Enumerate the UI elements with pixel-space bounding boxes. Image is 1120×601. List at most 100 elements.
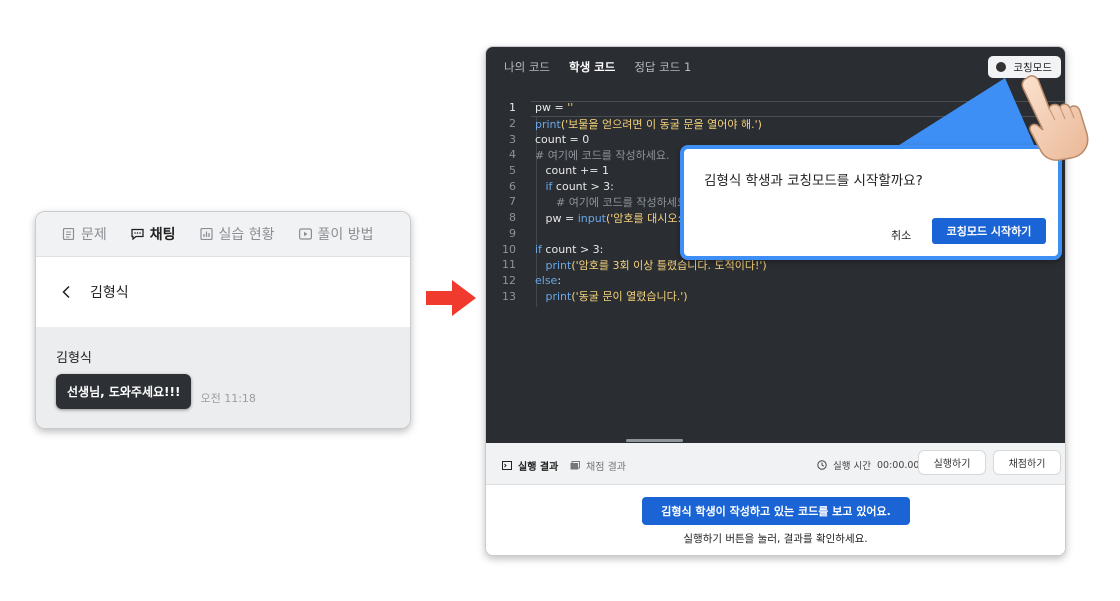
clock-icon: [817, 460, 827, 470]
tab-problem[interactable]: 문제: [62, 224, 107, 244]
line-number: 4: [509, 148, 516, 162]
line-number: 6: [509, 179, 516, 193]
dialog-cancel-button[interactable]: 취소: [891, 227, 911, 243]
code-token: count > 3:: [541, 242, 604, 256]
code-line: 13 print('동굴 문이 열렸습니다.'): [486, 288, 1065, 304]
tab-practice-status-label: 실습 현황: [218, 227, 275, 243]
code-token: print: [545, 258, 572, 272]
code-token: '': [567, 101, 574, 115]
document-icon: [62, 228, 75, 240]
run-button[interactable]: 실행하기: [918, 450, 986, 475]
chevron-left-icon[interactable]: [60, 285, 74, 299]
code-token: count > 3:: [552, 179, 614, 193]
line-number: 5: [509, 164, 516, 178]
code-text: else:: [535, 274, 561, 287]
arrow-right-icon: [426, 280, 476, 316]
dialog-question: 김형식 학생과 코칭모드를 시작할까요?: [704, 173, 923, 189]
line-number: 13: [502, 289, 516, 303]
tab-problem-label: 문제: [81, 227, 107, 243]
tab-answer-code[interactable]: 정답 코드 1: [634, 59, 691, 75]
watching-status-badge: 김형식 학생이 작성하고 있는 코드를 보고 있어요.: [642, 497, 910, 525]
chat-icon: [131, 228, 144, 240]
chat-panel: 문제 채팅 실습 현황 풀이 방법 김형식 김형식 선생님, 도와주세요!!!: [35, 211, 411, 429]
grade-button[interactable]: 채점하기: [993, 450, 1061, 475]
run-time: 실행 시간 00:00.00: [817, 458, 919, 472]
run-toolbar: 실행 결과 채점 결과 실행 시간 00:00.00 실행하기 채점하기: [486, 443, 1065, 485]
code-viewer-window: 나의 코드 학생 코드 정답 코드 1 코칭모드 1 pw = '' 2 print(…: [485, 46, 1066, 556]
tab-chat-label: 채팅: [149, 227, 176, 243]
code-line: 2 print('보물을 얻으려면 이 동굴 문을 열어야 해.'): [486, 116, 1065, 132]
line-number: 7: [509, 195, 516, 209]
coaching-confirm-dialog: 김형식 학생과 코칭모드를 시작할까요? 취소 코칭모드 시작하기: [680, 145, 1062, 260]
line-number: 2: [509, 117, 516, 131]
run-time-value: 00:00.00: [876, 459, 920, 471]
message-bubble: 선생님, 도와주세요!!!: [56, 374, 192, 409]
record-dot-icon: [996, 62, 1007, 72]
line-number: 1: [509, 101, 516, 115]
pointing-hand-icon: [1021, 75, 1089, 161]
code-line: 12 else:: [486, 273, 1065, 289]
dialog-confirm-button[interactable]: 코칭모드 시작하기: [932, 218, 1046, 244]
code-text: print('보물을 얻으려면 이 동굴 문을 열어야 해.'): [535, 116, 762, 132]
message-row: 선생님, 도와주세요!!! 오전 11:18: [56, 374, 390, 409]
code-text: if count > 3:: [535, 180, 614, 193]
code-token: count += 1: [535, 164, 609, 178]
code-text: pw = '': [535, 101, 573, 114]
chat-title: 김형식: [90, 285, 129, 301]
line-number: 11: [502, 258, 516, 272]
code-text: count += 1: [535, 164, 609, 178]
code-token: if: [535, 242, 542, 256]
run-time-label: 실행 시간: [833, 461, 871, 472]
tab-my-code[interactable]: 나의 코드: [504, 59, 550, 75]
tab-grading-result[interactable]: 채점 결과: [570, 458, 626, 473]
tab-chat[interactable]: 채팅: [131, 224, 176, 244]
code-line: 1 pw = '': [486, 100, 1065, 116]
message-time: 오전 11:18: [200, 392, 256, 405]
resize-handle[interactable]: [626, 439, 683, 442]
code-token: :: [557, 273, 562, 287]
line-number: 9: [509, 226, 516, 240]
chat-messages: 김형식 선생님, 도와주세요!!! 오전 11:18: [36, 327, 410, 428]
chat-tab-bar: 문제 채팅 실습 현황 풀이 방법: [36, 212, 410, 257]
code-tab-bar: 나의 코드 학생 코드 정답 코드 1: [504, 59, 710, 75]
code-text: # 여기에 코드를 작성하세요.: [535, 194, 691, 210]
tab-student-code[interactable]: 학생 코드: [569, 59, 615, 75]
play-icon: [298, 228, 312, 240]
code-text: # 여기에 코드를 작성하세요.: [535, 147, 670, 163]
code-token: # 여기에 코드를 작성하세요.: [535, 195, 691, 209]
code-token: ('보물을 얻으려면 이 동굴 문을 열어야 해.'): [560, 117, 762, 131]
code-text: if count > 3:: [535, 243, 603, 256]
code-text: pw = input('암호를 대시오: '): [535, 210, 692, 226]
tab-grading-result-label: 채점 결과: [586, 462, 626, 473]
tab-solution[interactable]: 풀이 방법: [298, 224, 374, 244]
message-sender: 김형식: [56, 351, 92, 366]
tab-run-result-label: 실행 결과: [518, 462, 559, 473]
terminal-icon: [502, 461, 512, 470]
code-token: else: [535, 273, 558, 287]
tab-run-result[interactable]: 실행 결과: [502, 458, 558, 473]
line-number: 10: [502, 242, 516, 256]
chart-icon: [199, 228, 213, 240]
code-token: pw =: [535, 101, 568, 115]
code-token: pw =: [535, 211, 578, 225]
stage: 문제 채팅 실습 현황 풀이 방법 김형식 김형식 선생님, 도와주세요!!!: [0, 0, 1120, 601]
line-number: 3: [509, 132, 516, 146]
output-hint: 실행하기 버튼을 눌러, 결과를 확인하세요.: [683, 533, 868, 545]
code-text: count = 0: [535, 133, 589, 146]
code-token: input: [577, 211, 606, 225]
line-number: 8: [509, 211, 516, 225]
line-number: 12: [502, 273, 516, 287]
code-token: print: [545, 290, 572, 304]
output-panel: 김형식 학생이 작성하고 있는 코드를 보고 있어요. 실행하기 버튼을 눌러,…: [486, 485, 1065, 555]
chat-header: 김형식: [36, 257, 410, 327]
grading-icon: [570, 461, 580, 470]
code-token: print: [535, 117, 561, 131]
code-token: count = 0: [535, 132, 590, 146]
code-token: ('동굴 문이 열렸습니다.'): [571, 290, 688, 304]
tab-solution-label: 풀이 방법: [317, 227, 374, 243]
tab-practice-status[interactable]: 실습 현황: [199, 224, 275, 244]
code-token: ('암호를 3회 이상 틀렸습니다. 도적이다!'): [571, 258, 767, 272]
